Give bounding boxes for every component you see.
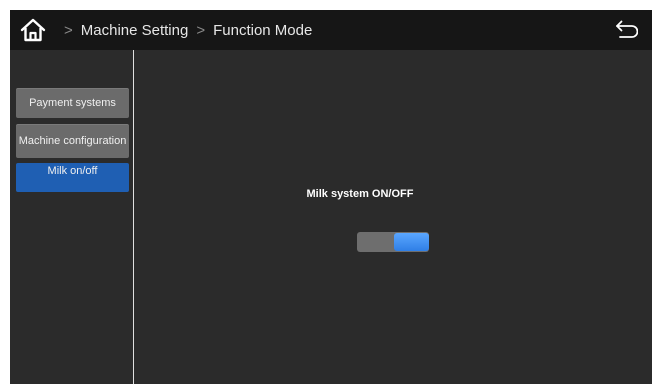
- sidebar-item-milk-on-off[interactable]: Milk on/off: [16, 163, 129, 192]
- sidebar: Payment systems Machine configuration Mi…: [10, 50, 134, 384]
- sidebar-item-label: Payment systems: [29, 97, 116, 109]
- sidebar-item-label: Machine configuration: [18, 135, 127, 147]
- back-button[interactable]: [614, 19, 639, 41]
- device-screen: > Machine Setting > Function Mode Paymen…: [10, 10, 652, 384]
- back-arrow-icon: [616, 20, 639, 38]
- toggle-knob[interactable]: [394, 233, 429, 251]
- milk-system-title: Milk system ON/OFF: [306, 188, 414, 200]
- sidebar-item-payment-systems[interactable]: Payment systems: [16, 88, 129, 118]
- breadcrumb: > Machine Setting > Function Mode: [60, 10, 312, 50]
- sidebar-item-label: Milk on/off: [47, 165, 98, 177]
- breadcrumb-separator: >: [196, 21, 206, 39]
- breadcrumb-function-mode: Function Mode: [213, 21, 313, 39]
- top-bar: > Machine Setting > Function Mode: [10, 10, 652, 50]
- breadcrumb-separator: >: [64, 21, 73, 39]
- home-button[interactable]: [19, 17, 47, 43]
- home-icon: [20, 18, 46, 42]
- breadcrumb-machine-setting[interactable]: Machine Setting: [81, 22, 189, 39]
- sidebar-item-machine-configuration[interactable]: Machine configuration: [16, 124, 129, 158]
- milk-system-toggle[interactable]: [357, 232, 429, 252]
